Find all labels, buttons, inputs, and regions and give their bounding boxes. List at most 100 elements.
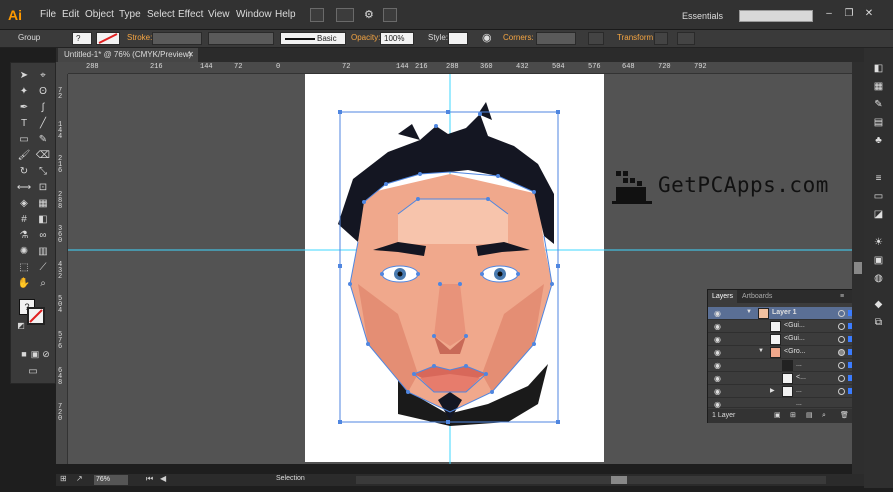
transparency-panel-icon[interactable]: ◪ — [871, 208, 886, 221]
curvature-tool-icon[interactable]: ∫ — [35, 101, 51, 115]
graphic-styles-icon[interactable]: ▣ — [871, 254, 886, 267]
graphic-style-picker[interactable] — [448, 32, 468, 45]
target-icon[interactable] — [838, 349, 845, 356]
scale-tool-icon[interactable]: ⤡ — [35, 165, 51, 179]
new-sublayer-icon[interactable]: ⊞ — [790, 409, 796, 423]
none-mode-icon[interactable]: ⊘ — [38, 347, 54, 361]
layer-name[interactable]: ... — [796, 387, 802, 394]
close-tab-icon[interactable]: ✕ — [187, 48, 194, 62]
artboards-panel-icon[interactable]: ⧉ — [871, 316, 886, 329]
minimize-icon[interactable]: – — [822, 8, 836, 20]
new-layer-icon[interactable]: ▤ — [806, 409, 813, 423]
target-icon[interactable] — [838, 375, 845, 382]
shape-builder-icon[interactable]: ◈ — [16, 197, 32, 211]
color-panel-icon[interactable]: ◧ — [871, 62, 886, 75]
rectangle-tool-icon[interactable]: ▭ — [16, 133, 32, 147]
zoom-tool-icon[interactable]: ⌕ — [35, 277, 51, 291]
slice-tool-icon[interactable]: ⟋ — [35, 261, 51, 275]
fill-swatch[interactable]: ? — [72, 32, 92, 45]
lasso-icon[interactable]: ʘ — [35, 85, 51, 99]
layer-row[interactable]: ◉ ▼ <Gro... — [708, 346, 856, 359]
vertical-scrollbar[interactable] — [852, 62, 864, 474]
menu-help[interactable]: Help — [275, 9, 296, 20]
stroke-color-icon[interactable] — [27, 307, 45, 325]
eraser-icon[interactable]: ⌫ — [35, 149, 51, 163]
restore-icon[interactable]: ❐ — [842, 8, 856, 20]
selection-tool-icon[interactable]: ➤ — [16, 69, 32, 83]
target-icon[interactable] — [838, 362, 845, 369]
isolate-icon[interactable] — [654, 32, 668, 45]
visibility-eye-icon[interactable]: ◉ — [714, 335, 721, 344]
pencil-tool-icon[interactable]: ✎ — [35, 133, 51, 147]
layer-row[interactable]: ◉ ... — [708, 359, 856, 372]
menu-object[interactable]: Object — [85, 9, 114, 20]
corners-field[interactable] — [536, 32, 576, 45]
stroke-panel-icon[interactable]: ≡ — [871, 172, 886, 185]
menu-file[interactable]: File — [40, 9, 56, 20]
layer-row[interactable]: ◉ ... — [708, 398, 856, 409]
gradient-panel-icon[interactable]: ▭ — [871, 190, 886, 203]
panel-options-icon[interactable]: ≡ — [836, 290, 848, 303]
type-tool-icon[interactable]: T — [16, 117, 32, 131]
menu-window[interactable]: Window — [236, 9, 272, 20]
eyedropper-icon[interactable]: ⚗ — [16, 229, 32, 243]
arrange-documents-icon[interactable] — [336, 8, 354, 22]
locate-object-icon[interactable]: ⌕ — [822, 409, 826, 423]
search-input[interactable] — [739, 10, 813, 22]
width-tool-icon[interactable]: ⟷ — [16, 181, 32, 195]
appearance-panel-icon[interactable]: ☀ — [871, 236, 886, 249]
transform-label[interactable]: Transform — [617, 33, 653, 42]
make-clipping-mask-icon[interactable]: ▣ — [774, 409, 781, 423]
target-icon[interactable] — [838, 336, 845, 343]
mesh-tool-icon[interactable]: # — [16, 213, 32, 227]
swatches-panel-icon[interactable]: ▦ — [871, 80, 886, 93]
menu-view[interactable]: View — [208, 9, 230, 20]
expand-icon[interactable]: ▼ — [758, 348, 764, 354]
visibility-eye-icon[interactable]: ◉ — [714, 361, 721, 370]
menu-type[interactable]: Type — [119, 9, 141, 20]
default-colors-icon[interactable]: ◩ — [13, 319, 29, 333]
magic-wand-icon[interactable]: ✦ — [16, 85, 32, 99]
menu-edit[interactable]: Edit — [62, 9, 79, 20]
stroke-label[interactable]: Stroke: — [127, 33, 152, 42]
corners-label[interactable]: Corners: — [503, 33, 534, 42]
pen-tool-icon[interactable]: ✒ — [16, 101, 32, 115]
panel-menu-icon[interactable] — [677, 32, 695, 45]
first-artboard-icon[interactable]: ⏮ — [146, 474, 153, 484]
brush-definition[interactable]: Basic — [280, 32, 346, 45]
status-tool[interactable]: Selection — [276, 475, 305, 482]
symbols-panel-icon[interactable]: ♣ — [871, 134, 886, 147]
align-icon[interactable] — [588, 32, 604, 45]
screen-mode-icon[interactable]: ▭ — [25, 365, 41, 379]
opacity-field[interactable]: 100% — [380, 32, 414, 45]
visibility-eye-icon[interactable]: ◉ — [714, 400, 721, 409]
graph-tool-icon[interactable]: ▥ — [35, 245, 51, 259]
artboard-tool-icon[interactable]: ⬚ — [16, 261, 32, 275]
gpu-icon[interactable]: ⚙ — [364, 8, 378, 22]
gradient-tool-icon[interactable]: ◧ — [35, 213, 51, 227]
rotate-tool-icon[interactable]: ↻ — [16, 165, 32, 179]
visibility-eye-icon[interactable]: ◉ — [714, 387, 721, 396]
horizontal-ruler[interactable]: 288 216 144 72 0 72 144 216 288 360 432 … — [68, 62, 852, 74]
layer-row[interactable]: ◉ <Gui... — [708, 320, 856, 333]
layer-name[interactable]: ... — [796, 361, 802, 368]
vertical-ruler[interactable]: 7 2 1 4 4 2 1 6 2 8 8 3 6 0 4 3 2 5 0 4 … — [56, 74, 68, 464]
target-icon[interactable] — [838, 310, 845, 317]
hand-tool-icon[interactable]: ✋ — [16, 277, 32, 291]
vertical-scroll-thumb[interactable] — [854, 262, 862, 274]
visibility-eye-icon[interactable]: ◉ — [714, 348, 721, 357]
stroke-swatch[interactable] — [96, 32, 120, 45]
line-tool-icon[interactable]: ╱ — [35, 117, 51, 131]
ruler-origin[interactable] — [56, 62, 68, 74]
horizontal-scrollbar[interactable] — [356, 476, 826, 484]
target-icon[interactable] — [838, 323, 845, 330]
layer-row[interactable]: ◉ ▶ ... — [708, 385, 856, 398]
variable-width-profile[interactable] — [208, 32, 274, 45]
layer-row[interactable]: ◉ <... — [708, 372, 856, 385]
layer-row[interactable]: ◉ ▼ Layer 1 — [708, 307, 856, 320]
opacity-label[interactable]: Opacity: — [351, 33, 380, 42]
layer-name[interactable]: <Gui... — [784, 335, 805, 342]
menu-effect[interactable]: Effect — [178, 9, 203, 20]
layer-name[interactable]: <Gro... — [784, 348, 806, 355]
tab-artboards[interactable]: Artboards — [738, 290, 776, 303]
